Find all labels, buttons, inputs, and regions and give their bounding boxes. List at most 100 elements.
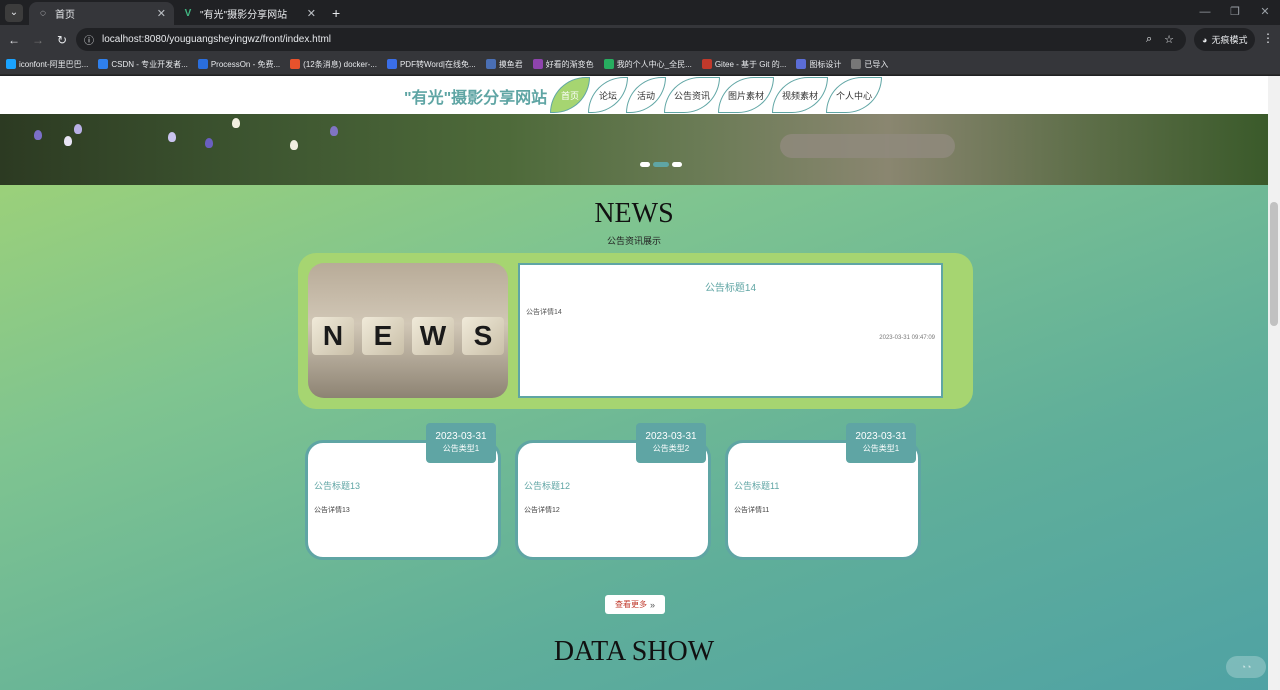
- news-letter-cubes: NEWS: [308, 317, 508, 355]
- letter-cube: S: [462, 317, 504, 355]
- news-card-type: 公告类型2: [652, 444, 690, 453]
- data-show-title: DATA SHOW: [553, 636, 715, 667]
- bookmark-item[interactable]: 好看的渐变色: [532, 59, 594, 70]
- bookmark-label: Gitee - 基于 Git 的...: [714, 59, 787, 69]
- page-scrollbar[interactable]: [1268, 76, 1280, 690]
- bookmark-favicon-icon: [796, 59, 807, 69]
- news-card[interactable]: 2023-03-31 公告类型1 公告标题11 公告详情11: [725, 423, 921, 560]
- view-more-button[interactable]: 查看更多 »: [605, 595, 665, 614]
- close-window-icon[interactable]: ✕: [1250, 0, 1280, 25]
- news-card-badge: 2023-03-31 公告类型1: [426, 423, 496, 463]
- bookmark-label: ProcessOn - 免费...: [210, 59, 281, 69]
- bookmark-label: 好看的渐变色: [545, 59, 594, 69]
- bookmark-label: (12条消息) docker-...: [303, 59, 377, 69]
- tab-search-icon[interactable]: ⌄: [5, 3, 23, 22]
- window-controls: — ❐ ✕: [1190, 0, 1280, 25]
- flower-decoration: [205, 138, 213, 148]
- zoom-icon[interactable]: ⌕: [1146, 33, 1152, 46]
- incognito-indicator[interactable]: ◕ 无痕模式: [1194, 28, 1256, 51]
- featured-news-detail: 公告详情14: [526, 309, 562, 316]
- bookmark-item[interactable]: PDF转Word|在线免...: [386, 59, 476, 70]
- bookmark-item[interactable]: CSDN - 专业开发者...: [98, 59, 188, 70]
- close-icon[interactable]: ✕: [157, 7, 166, 20]
- news-card-date: 2023-03-31: [855, 431, 907, 442]
- bookmark-favicon-icon: [98, 59, 109, 69]
- folder-icon: [851, 59, 862, 69]
- featured-news-title: 公告标题14: [704, 283, 757, 294]
- nav-item[interactable]: 图片素材: [718, 77, 774, 113]
- bookmark-item[interactable]: 我的个人中心_全民...: [603, 59, 692, 70]
- banner-carousel[interactable]: [0, 114, 1268, 185]
- news-card[interactable]: 2023-03-31 公告类型1 公告标题13 公告详情13: [305, 423, 501, 560]
- browser-tab[interactable]: V "有光"摄影分享网站 ✕: [174, 2, 324, 25]
- news-card-badge: 2023-03-31 公告类型1: [846, 423, 916, 463]
- stone-decoration: [780, 134, 955, 158]
- bookmark-favicon-icon: [197, 59, 208, 69]
- reload-icon[interactable]: ↻: [50, 33, 74, 47]
- back-icon[interactable]: ←: [2, 33, 26, 47]
- bookmark-item[interactable]: iconfont-阿里巴巴...: [6, 59, 88, 70]
- bookmark-item[interactable]: 已导入: [851, 59, 888, 70]
- address-bar[interactable]: ⓘ localhost:8080/youguangsheyingwz/front…: [76, 28, 1186, 51]
- news-section-title: NEWS: [594, 198, 674, 229]
- bookmark-label: iconfont-阿里巴巴...: [19, 59, 89, 69]
- nav-item[interactable]: 个人中心: [826, 77, 882, 113]
- bookmark-label: CSDN - 专业开发者...: [111, 59, 188, 69]
- news-card-badge: 2023-03-31 公告类型2: [636, 423, 706, 463]
- nav-item[interactable]: 活动: [626, 77, 666, 113]
- news-card[interactable]: 2023-03-31 公告类型2 公告标题12 公告详情12: [515, 423, 711, 560]
- featured-news-card[interactable]: 公告标题14 公告详情14 2023-03-31 09:47:09: [518, 263, 943, 398]
- news-section-subtitle: 公告资讯展示: [606, 236, 661, 246]
- flower-decoration: [74, 124, 82, 134]
- bookmark-star-icon[interactable]: ☆: [1164, 33, 1174, 46]
- bookmark-favicon-icon: [6, 59, 16, 69]
- bookmark-favicon-icon: [290, 59, 301, 69]
- scrollbar-thumb[interactable]: [1270, 202, 1278, 326]
- bookmark-item[interactable]: 摸鱼君: [485, 59, 523, 70]
- news-card-type: 公告类型1: [442, 444, 480, 453]
- restore-icon[interactable]: ❐: [1220, 0, 1250, 25]
- letter-cube: W: [412, 317, 454, 355]
- carousel-dot-active[interactable]: [653, 162, 669, 167]
- carousel-dot[interactable]: [640, 162, 650, 167]
- news-card-date: 2023-03-31: [435, 431, 487, 442]
- news-card-detail: 公告详情13: [314, 507, 350, 514]
- bookmark-item[interactable]: ProcessOn - 免费...: [197, 59, 281, 70]
- tab-title: "有光"摄影分享网站: [200, 10, 288, 21]
- vue-logo-icon: V: [184, 8, 192, 19]
- bookmark-favicon-icon: [603, 59, 614, 69]
- nav-item[interactable]: 公告资讯: [664, 77, 720, 113]
- site-title[interactable]: "有光"摄影分享网站: [404, 84, 547, 108]
- site-info-icon[interactable]: ⓘ: [84, 32, 94, 47]
- news-card-title: 公告标题12: [524, 481, 571, 491]
- news-card-date: 2023-03-31: [645, 431, 697, 442]
- news-card-title: 公告标题11: [734, 481, 780, 491]
- menu-icon[interactable]: ⋮: [1262, 31, 1274, 45]
- flower-decoration: [290, 140, 298, 150]
- browser-toolbar: ← → ↻ ⓘ localhost:8080/youguangsheyingwz…: [0, 25, 1280, 54]
- letter-cube: E: [362, 317, 404, 355]
- page-viewport: "有光"摄影分享网站 首页 论坛 活动 公告资讯 图片素材 视频素材 个人中心 NEWS 公…: [0, 76, 1280, 690]
- nav-item[interactable]: 首页: [550, 77, 590, 113]
- browser-tab-active[interactable]: ◌ 首页 ✕: [29, 2, 174, 25]
- bookmarks-bar: iconfont-阿里巴巴... CSDN - 专业开发者... ProcessOn…: [0, 54, 1280, 75]
- carousel-dot[interactable]: [672, 162, 682, 167]
- new-tab-icon[interactable]: +: [332, 5, 340, 21]
- carousel-indicators: [640, 162, 682, 167]
- bookmark-favicon-icon: [485, 59, 496, 69]
- nav-item[interactable]: 视频素材: [772, 77, 828, 113]
- bookmark-item[interactable]: Gitee - 基于 Git 的...: [701, 59, 787, 70]
- main-nav: 首页 论坛 活动 公告资讯 图片素材 视频素材 个人中心: [550, 77, 882, 113]
- news-image[interactable]: NEWS: [308, 263, 508, 398]
- forward-icon[interactable]: →: [26, 33, 50, 47]
- minimize-icon[interactable]: —: [1190, 0, 1220, 25]
- nav-item[interactable]: 论坛: [588, 77, 628, 113]
- bookmark-label: 摸鱼君: [498, 59, 523, 69]
- close-icon[interactable]: ✕: [307, 7, 316, 20]
- bookmark-item[interactable]: (12条消息) docker-...: [290, 59, 377, 70]
- bookmark-item[interactable]: 图标设计: [796, 59, 841, 70]
- flower-decoration: [64, 136, 72, 146]
- news-card-detail: 公告详情12: [524, 507, 560, 514]
- bookmark-favicon-icon: [701, 59, 712, 69]
- featured-news-time: 2023-03-31 09:47:09: [879, 335, 935, 341]
